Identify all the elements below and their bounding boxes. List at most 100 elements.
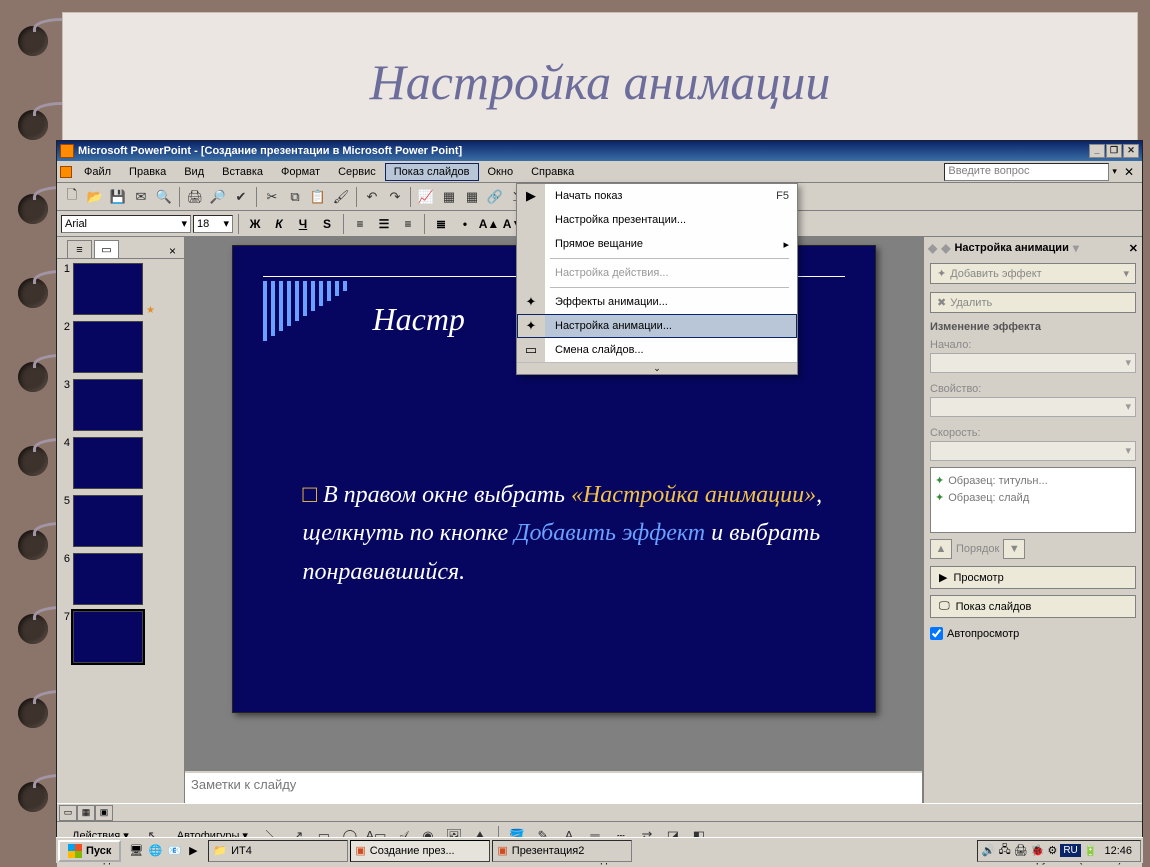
effects-list[interactable]: ✦Образец: титульн... ✦Образец: слайд xyxy=(930,467,1136,533)
speed-select[interactable] xyxy=(930,441,1136,461)
outline-tab[interactable]: ≡ xyxy=(67,240,92,258)
dd-animation-schemes[interactable]: ✦ Эффекты анимации... xyxy=(517,290,797,314)
menu-slideshow[interactable]: Показ слайдов xyxy=(385,163,479,181)
move-down-button[interactable]: ▼ xyxy=(1003,539,1025,559)
taskpane-close-icon[interactable]: ✕ xyxy=(1129,242,1138,255)
slideshow-button[interactable]: 🖵Показ слайдов xyxy=(930,595,1136,618)
remove-button[interactable]: ✖ Удалить xyxy=(930,292,1136,313)
thumb-6[interactable]: 6 xyxy=(60,553,181,605)
save-icon[interactable]: 💾 xyxy=(107,186,129,208)
menu-tools[interactable]: Сервис xyxy=(329,163,385,181)
new-icon[interactable]: 🗋 xyxy=(61,186,83,208)
task-powerpoint-1[interactable]: ▣Создание през... xyxy=(350,840,490,862)
outlook-icon[interactable]: 📧 xyxy=(165,842,183,860)
undo-icon[interactable]: ↶ xyxy=(361,186,383,208)
app-icon xyxy=(60,144,74,158)
align-center-icon[interactable]: ☰ xyxy=(373,213,395,235)
menu-edit[interactable]: Правка xyxy=(120,163,175,181)
preview-icon[interactable]: 🔎 xyxy=(207,186,229,208)
cut-icon[interactable]: ✂ xyxy=(261,186,283,208)
tray-icon[interactable]: 🖨 xyxy=(1014,844,1028,857)
thumb-4[interactable]: 4 xyxy=(60,437,181,489)
menu-insert[interactable]: Вставка xyxy=(213,163,272,181)
lang-indicator[interactable]: RU xyxy=(1060,844,1080,857)
shadow-button[interactable]: S xyxy=(316,213,338,235)
dd-custom-animation[interactable]: ✦ Настройка анимации... xyxy=(517,314,797,338)
italic-button[interactable]: К xyxy=(268,213,290,235)
search-icon[interactable]: 🔍 xyxy=(153,186,175,208)
back-icon[interactable]: ◆ xyxy=(928,241,937,255)
tray-icon[interactable]: 🔋 xyxy=(1084,844,1098,857)
slides-pane: ≡ ▭ × 1★ 2 3 4 5 6 7 xyxy=(57,237,185,803)
thumb-2[interactable]: 2 xyxy=(60,321,181,373)
dd-expand[interactable]: ⌄ xyxy=(517,362,797,374)
close-button[interactable]: ✕ xyxy=(1123,144,1139,158)
menu-view[interactable]: Вид xyxy=(175,163,213,181)
font-size-combo[interactable]: 18▾ xyxy=(193,215,233,233)
spellcheck-icon[interactable]: ✔ xyxy=(230,186,252,208)
submenu-arrow-icon: ▸ xyxy=(783,238,789,251)
task-powerpoint-2[interactable]: ▣Презентация2 xyxy=(492,840,632,862)
format-painter-icon[interactable]: 🖌 xyxy=(330,186,352,208)
tray-icon[interactable]: 🔊 xyxy=(982,844,996,857)
align-right-icon[interactable]: ≡ xyxy=(397,213,419,235)
chart-icon[interactable]: 📈 xyxy=(415,186,437,208)
preview-button[interactable]: ▶Просмотр xyxy=(930,566,1136,589)
dd-broadcast[interactable]: Прямое вещание ▸ xyxy=(517,232,797,256)
ie-icon[interactable]: 🌐 xyxy=(146,842,164,860)
dd-setup-show[interactable]: Настройка презентации... xyxy=(517,208,797,232)
menubar-close-icon[interactable]: ✕ xyxy=(1120,165,1138,179)
increase-font-icon[interactable]: A▲ xyxy=(478,213,500,235)
thumb-5[interactable]: 5 xyxy=(60,495,181,547)
restore-button[interactable]: ❐ xyxy=(1106,144,1122,158)
copy-icon[interactable]: ⧉ xyxy=(284,186,306,208)
slideshow-view-icon[interactable]: ▣ xyxy=(95,805,113,821)
menu-window[interactable]: Окно xyxy=(479,163,523,181)
notes-pane[interactable]: Заметки к слайду xyxy=(185,771,922,803)
desktop-icon[interactable]: 🖥 xyxy=(127,842,145,860)
clock[interactable]: 12:46 xyxy=(1100,845,1136,857)
move-up-button[interactable]: ▲ xyxy=(930,539,952,559)
print-icon[interactable]: 🖨 xyxy=(184,186,206,208)
minimize-button[interactable]: _ xyxy=(1089,144,1105,158)
redo-icon[interactable]: ↷ xyxy=(384,186,406,208)
task-folder[interactable]: 📁ИТ4 xyxy=(208,840,348,862)
align-left-icon[interactable]: ≡ xyxy=(349,213,371,235)
bold-button[interactable]: Ж xyxy=(244,213,266,235)
open-icon[interactable]: 📂 xyxy=(84,186,106,208)
start-select[interactable] xyxy=(930,353,1136,373)
dd-slide-transition[interactable]: ▭ Смена слайдов... xyxy=(517,338,797,362)
menu-help[interactable]: Справка xyxy=(522,163,583,181)
start-button[interactable]: Пуск xyxy=(58,840,121,862)
thumb-1[interactable]: 1★ xyxy=(60,263,181,315)
play-icon: ▶ xyxy=(939,571,947,584)
property-select[interactable] xyxy=(930,397,1136,417)
ask-a-question[interactable]: Введите вопрос xyxy=(944,163,1109,181)
tray-icon[interactable]: ⚙ xyxy=(1047,844,1057,857)
bullets-icon[interactable]: • xyxy=(454,213,476,235)
underline-button[interactable]: Ч xyxy=(292,213,314,235)
tables-borders-icon[interactable]: ▦ xyxy=(461,186,483,208)
menu-file[interactable]: Файл xyxy=(75,163,120,181)
media-icon[interactable]: ▶ xyxy=(184,842,202,860)
titlebar: Microsoft PowerPoint - [Создание презент… xyxy=(57,141,1142,161)
numbering-icon[interactable]: ≣ xyxy=(430,213,452,235)
tray-icon[interactable]: 🖧 xyxy=(999,841,1011,860)
slides-tab[interactable]: ▭ xyxy=(94,240,119,258)
dd-start-show[interactable]: ▶ Начать показ F5 xyxy=(517,184,797,208)
sorter-view-icon[interactable]: ▦ xyxy=(77,805,95,821)
pane-close-icon[interactable]: × xyxy=(161,244,184,258)
menu-format[interactable]: Формат xyxy=(272,163,329,181)
add-effect-button[interactable]: ✦ Добавить эффект ▾ xyxy=(930,263,1136,284)
mail-icon[interactable]: ✉ xyxy=(130,186,152,208)
font-name-combo[interactable]: Arial▾ xyxy=(61,215,191,233)
table-icon[interactable]: ▦ xyxy=(438,186,460,208)
forward-icon[interactable]: ◆ xyxy=(941,241,950,255)
normal-view-icon[interactable]: ▭ xyxy=(59,805,77,821)
thumb-7[interactable]: 7 xyxy=(60,611,181,663)
hyperlink-icon[interactable]: 🔗 xyxy=(484,186,506,208)
autopreview-checkbox[interactable] xyxy=(930,627,943,640)
paste-icon[interactable]: 📋 xyxy=(307,186,329,208)
tray-icon[interactable]: 🐞 xyxy=(1031,844,1045,857)
thumb-3[interactable]: 3 xyxy=(60,379,181,431)
